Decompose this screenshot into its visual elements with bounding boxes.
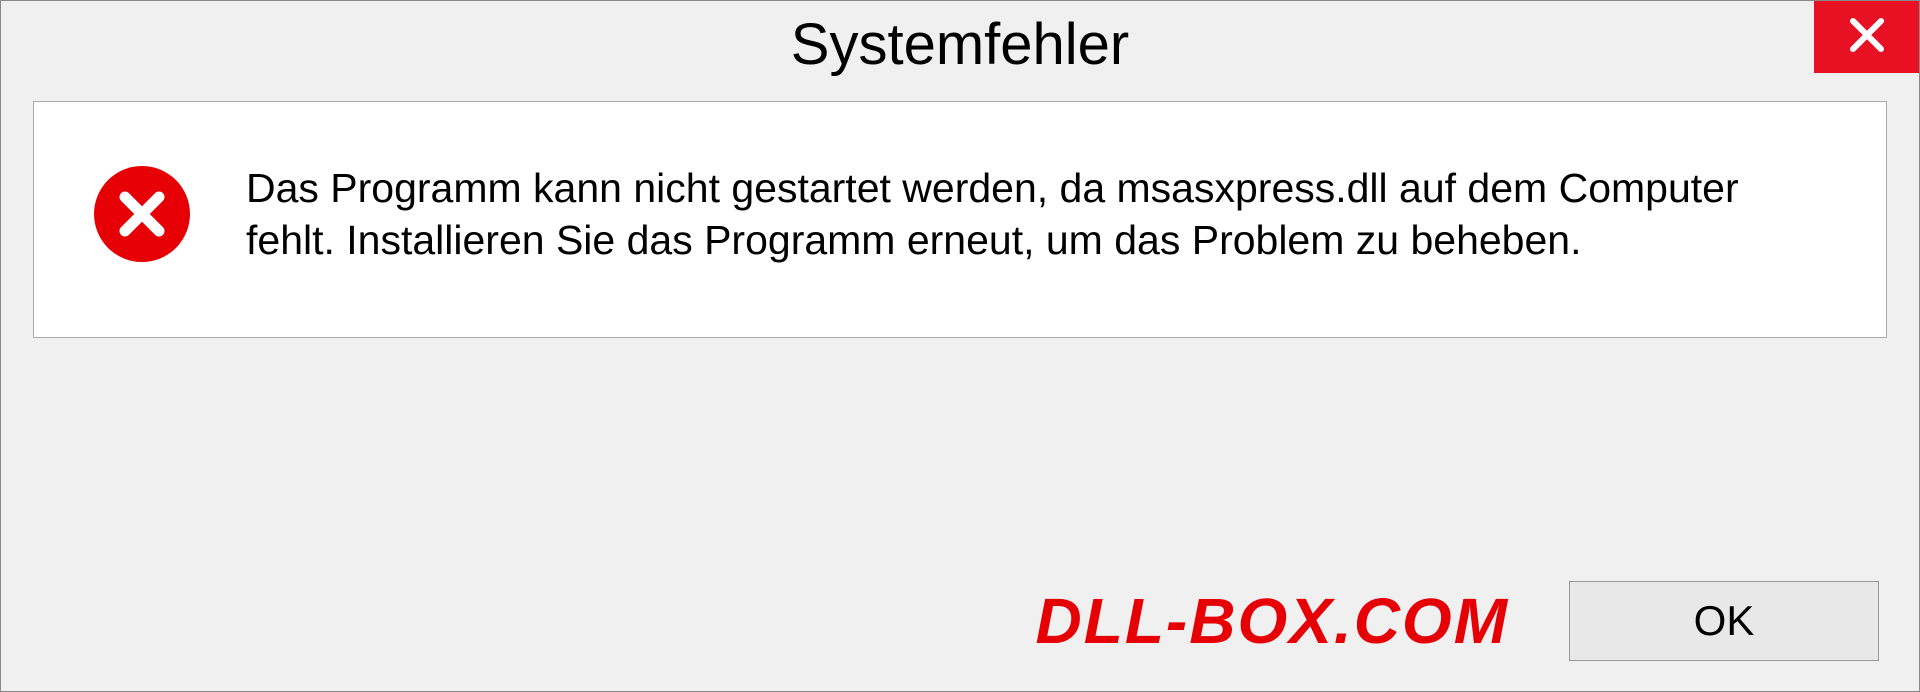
close-icon	[1847, 15, 1887, 60]
ok-button[interactable]: OK	[1569, 581, 1879, 661]
message-panel: Das Programm kann nicht gestartet werden…	[33, 101, 1887, 338]
titlebar: Systemfehler	[1, 1, 1919, 91]
close-button[interactable]	[1814, 1, 1919, 73]
error-dialog: Systemfehler Das Programm kann nicht ges…	[0, 0, 1920, 692]
dialog-title: Systemfehler	[791, 11, 1129, 78]
dialog-footer: DLL-BOX.COM OK	[1, 561, 1919, 691]
watermark-text: DLL-BOX.COM	[1036, 584, 1510, 658]
error-message: Das Programm kann nicht gestartet werden…	[246, 162, 1806, 267]
error-icon	[94, 166, 190, 262]
